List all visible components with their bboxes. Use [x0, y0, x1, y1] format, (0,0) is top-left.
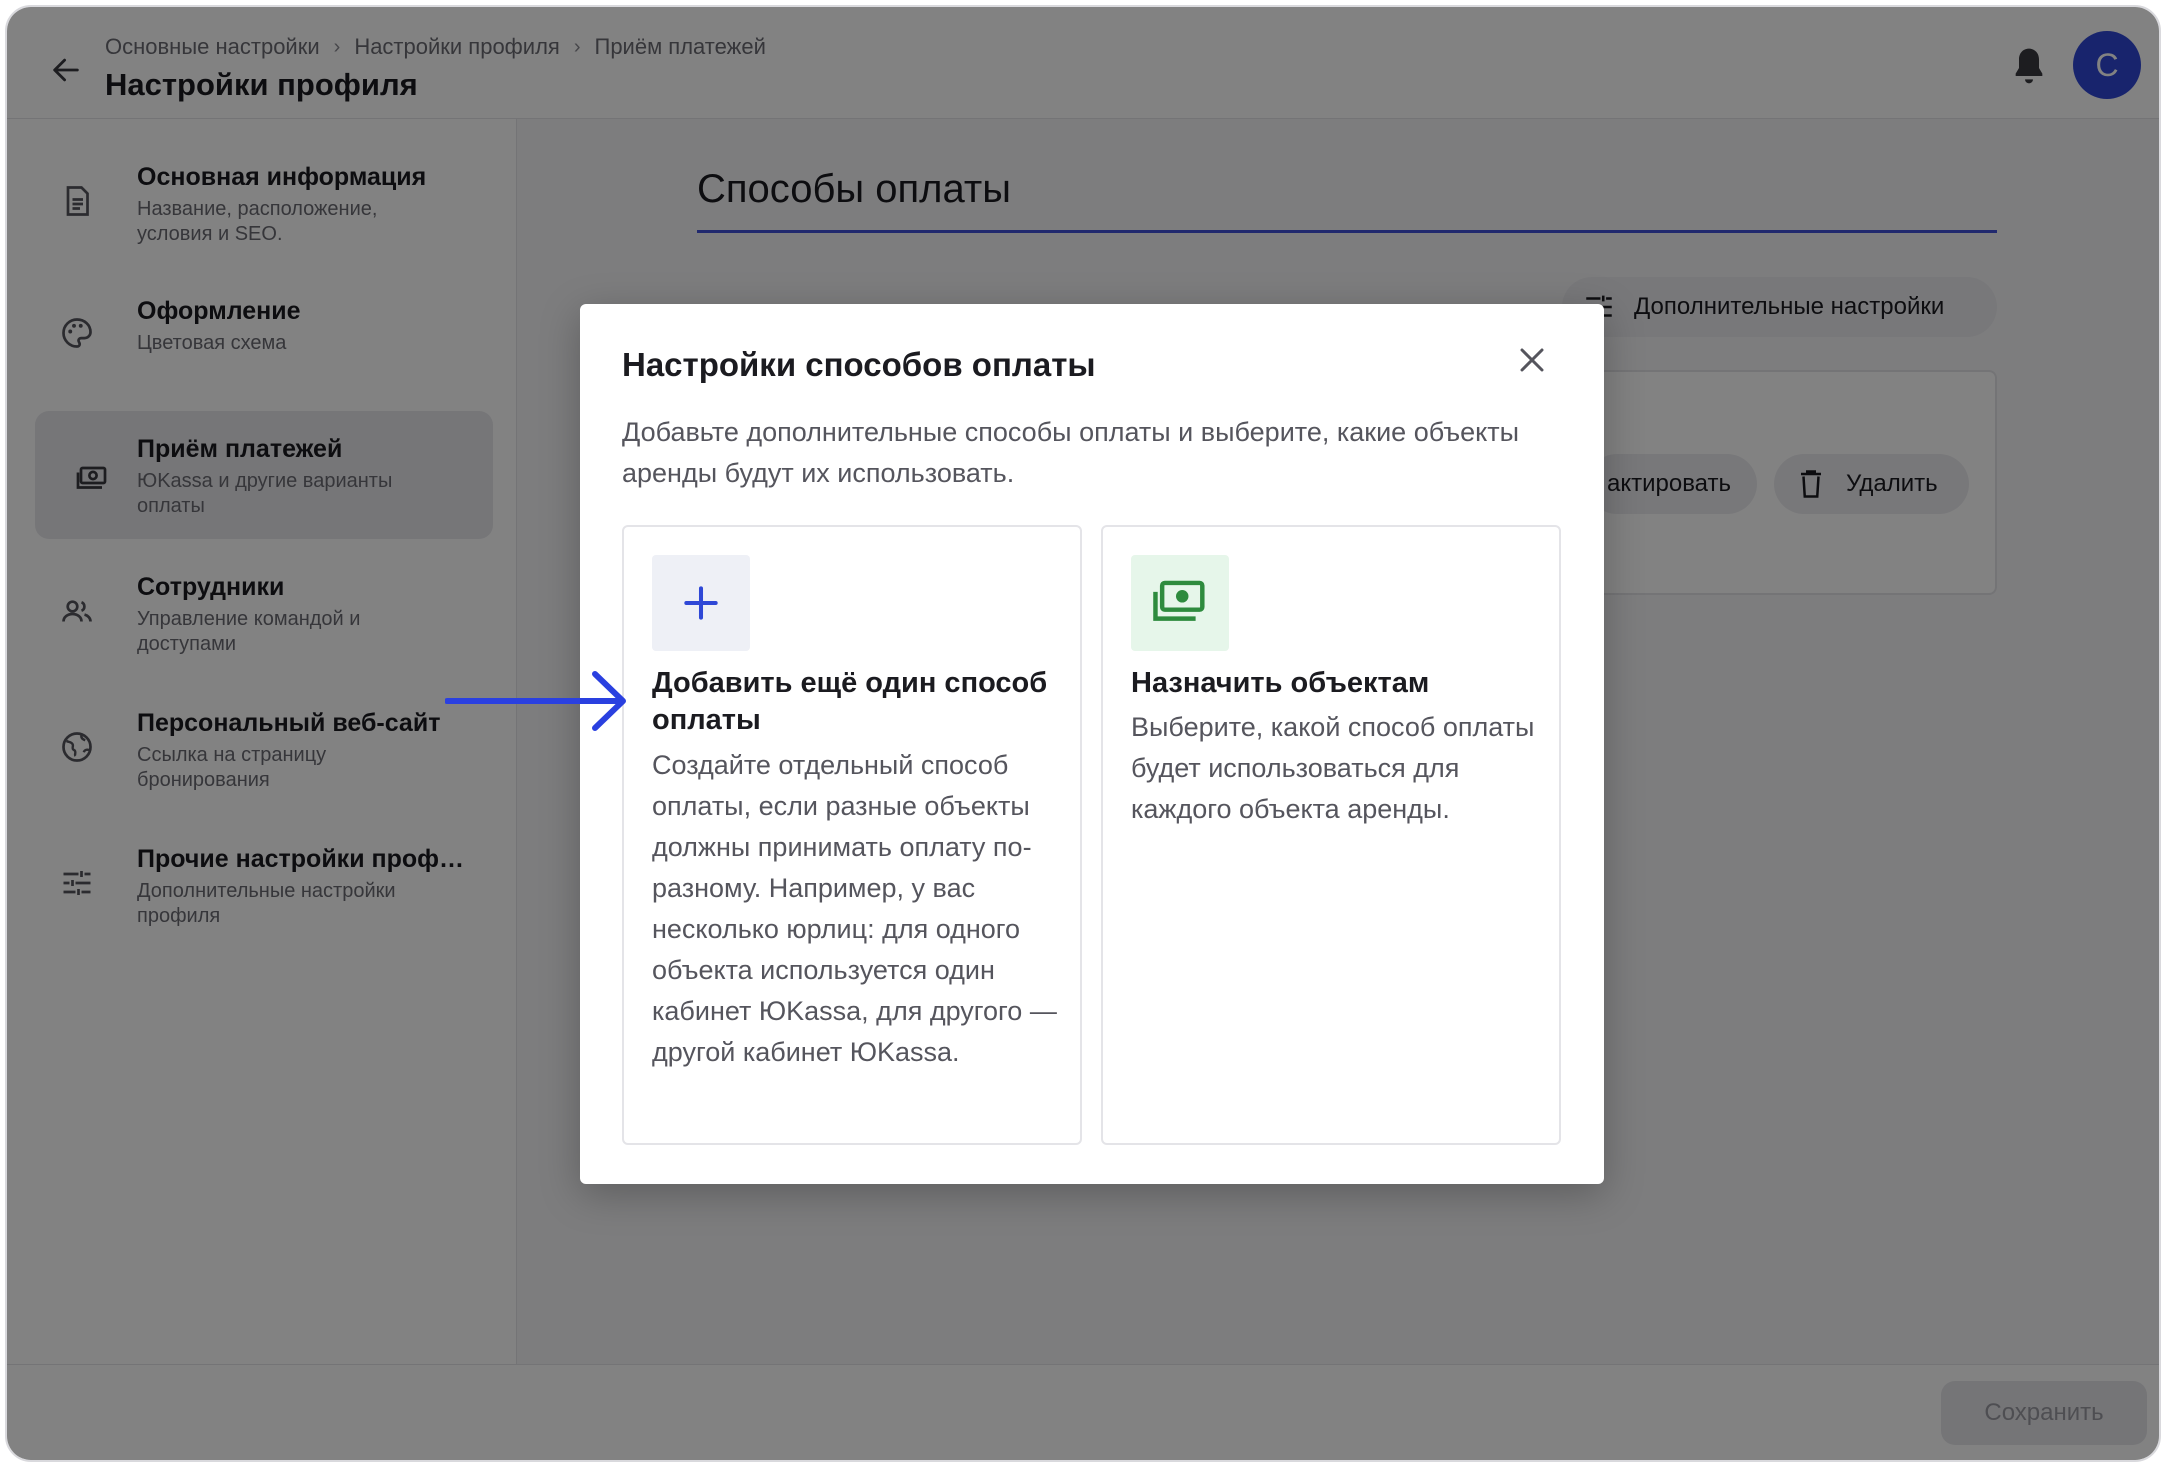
add-payment-method-option[interactable]: Добавить ещё один способ оплаты Создайте…: [622, 525, 1082, 1145]
modal-description: Добавьте дополнительные способы оплаты и…: [622, 417, 1520, 488]
modal-title: Настройки способов оплаты: [622, 346, 1096, 383]
plus-icon: [684, 586, 718, 620]
add-icon-tile: [652, 555, 750, 651]
assign-to-objects-option[interactable]: Назначить объектам Выберите, какой спосо…: [1101, 525, 1561, 1145]
payments-icon: [1153, 580, 1205, 621]
option-title: Добавить ещё один способ оплаты: [652, 667, 1048, 736]
payments-icon-tile: [1131, 555, 1229, 651]
app-window: Основные настройки › Настройки профиля ›…: [5, 5, 2161, 1462]
payment-methods-settings-modal: Настройки способов оплаты Добавьте допол…: [580, 304, 1604, 1184]
option-description: Выберите, какой способ оплаты будет испо…: [1131, 712, 1535, 824]
option-title: Назначить объектам: [1131, 667, 1430, 699]
close-button[interactable]: [1508, 336, 1556, 384]
close-icon: [1520, 348, 1544, 372]
option-description: Создайте отдельный способ оплаты, если р…: [652, 750, 1057, 1067]
annotation-arrow-icon: [445, 671, 626, 731]
